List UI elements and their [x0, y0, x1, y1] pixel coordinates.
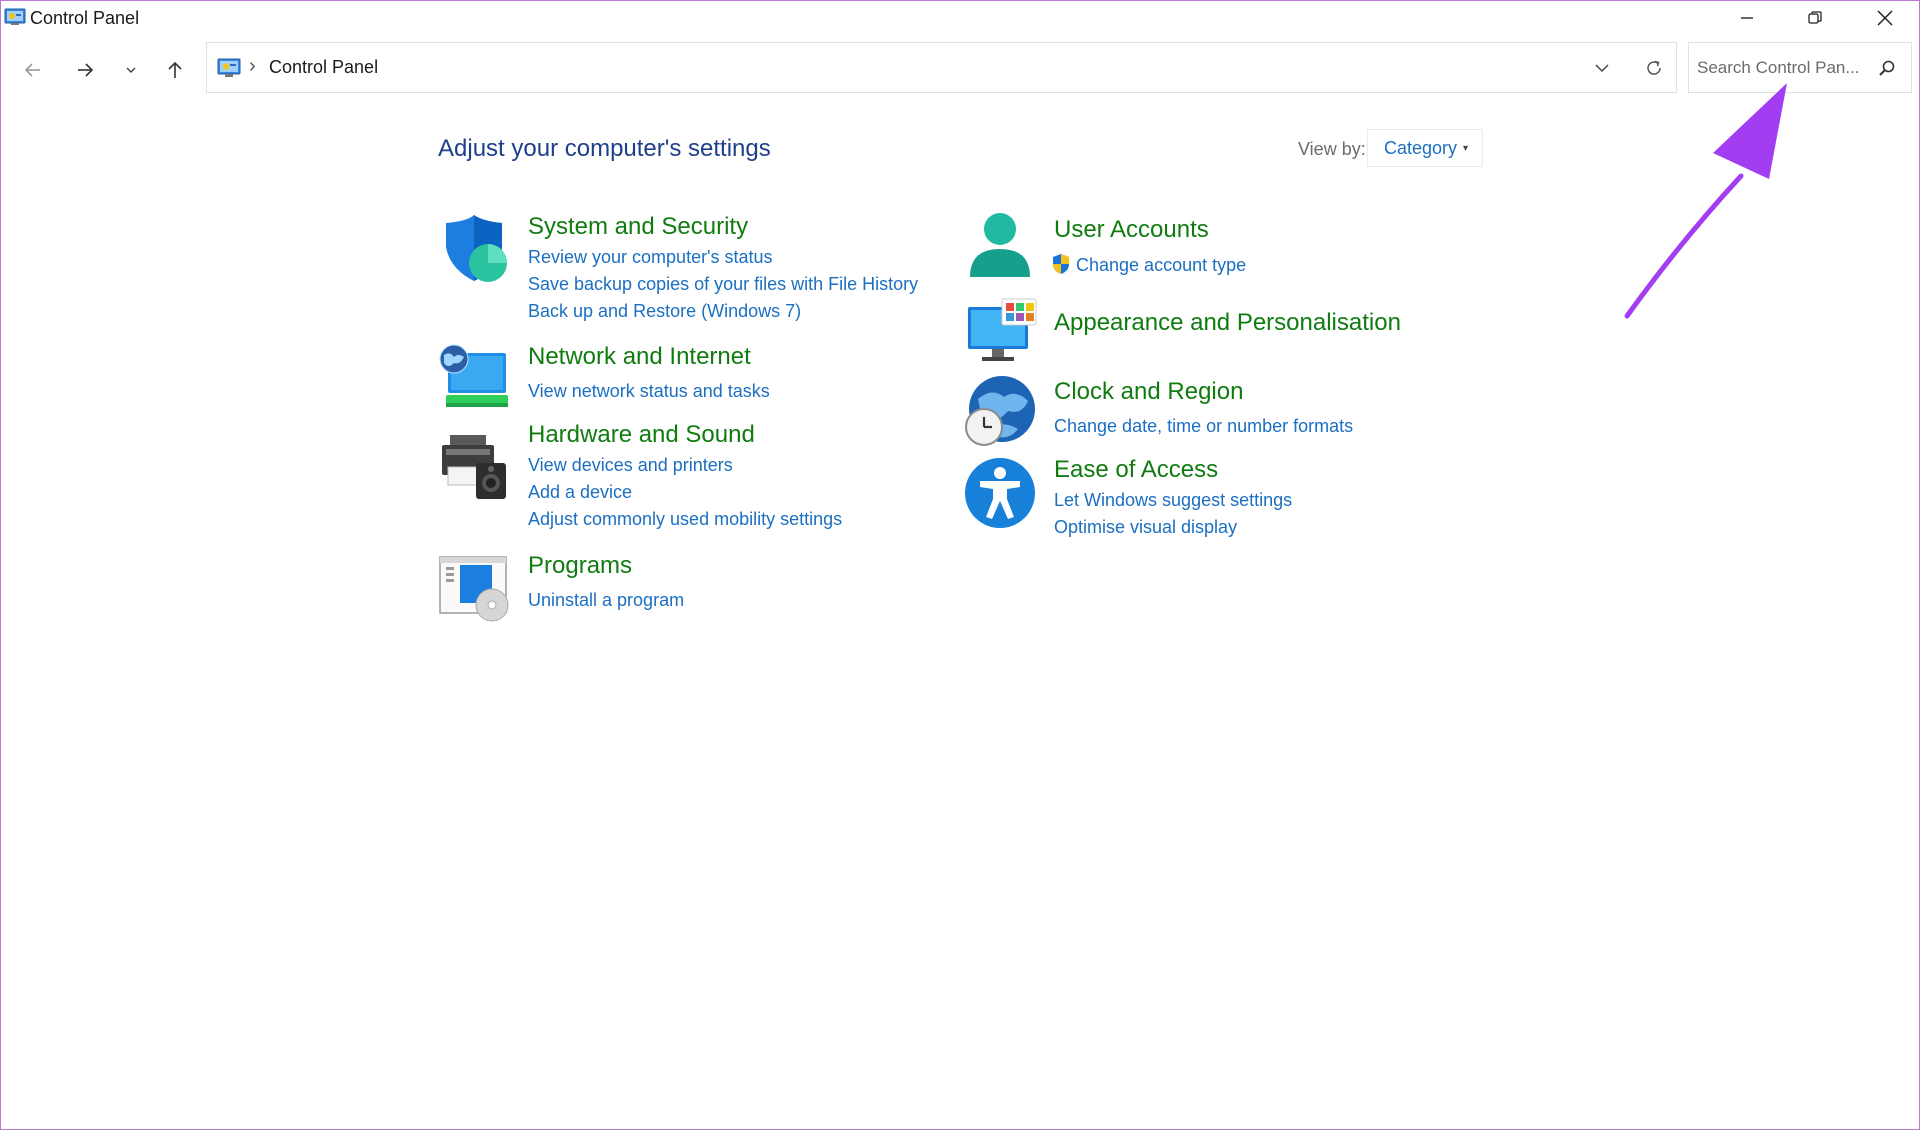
chevron-down-icon	[126, 67, 136, 73]
up-button[interactable]	[157, 53, 193, 87]
link-change-account-type[interactable]: Change account type	[1076, 255, 1246, 276]
restore-button[interactable]	[1785, 1, 1845, 35]
address-bar[interactable]: › Control Panel	[206, 42, 1677, 93]
category-ease-of-access[interactable]: Ease of Access	[1054, 456, 1218, 484]
link-network-status[interactable]: View network status and tasks	[528, 381, 770, 402]
arrow-left-icon	[24, 63, 40, 77]
caret-down-icon: ▾	[1463, 142, 1469, 154]
category-hardware-and-sound[interactable]: Hardware and Sound	[528, 421, 755, 449]
control-panel-icon	[4, 8, 26, 25]
breadcrumb-control-panel[interactable]: Control Panel	[269, 57, 378, 78]
link-devices-printers[interactable]: View devices and printers	[528, 455, 733, 476]
back-button[interactable]	[15, 53, 51, 87]
link-date-time-formats[interactable]: Change date, time or number formats	[1054, 416, 1353, 437]
page-heading: Adjust your computer's settings	[438, 135, 771, 162]
close-icon	[1877, 10, 1893, 26]
link-file-history[interactable]: Save backup copies of your files with Fi…	[528, 274, 918, 295]
category-network-and-internet[interactable]: Network and Internet	[528, 343, 751, 371]
shield-icon[interactable]	[438, 213, 510, 285]
restore-icon	[1808, 11, 1822, 24]
magnifier-icon	[1879, 60, 1895, 76]
annotation-arrow-icon	[1624, 83, 1787, 319]
control-panel-window: Control Panel › Control Panel Search Con…	[0, 0, 1920, 1130]
view-by-value: Category	[1384, 137, 1458, 158]
category-programs[interactable]: Programs	[528, 552, 632, 580]
globe-clock-icon[interactable]	[964, 375, 1036, 447]
link-uninstall-program[interactable]: Uninstall a program	[528, 590, 684, 611]
recent-locations-button[interactable]	[113, 53, 149, 87]
title-bar: Control Panel	[1, 1, 1919, 35]
arrow-right-icon	[78, 63, 94, 77]
control-panel-icon	[217, 58, 241, 77]
address-history-dropdown[interactable]	[1587, 55, 1617, 81]
link-windows-suggest-settings[interactable]: Let Windows suggest settings	[1054, 490, 1292, 511]
category-system-and-security[interactable]: System and Security	[528, 213, 748, 241]
programs-disc-icon[interactable]	[438, 553, 510, 625]
search-icon[interactable]	[1875, 56, 1899, 80]
view-by-label: View by:	[1298, 139, 1366, 159]
minimize-icon	[1741, 17, 1753, 19]
monitor-palette-icon[interactable]	[966, 297, 1038, 369]
printer-speaker-icon[interactable]	[438, 431, 510, 503]
link-optimise-visual-display[interactable]: Optimise visual display	[1054, 517, 1237, 538]
close-button[interactable]	[1855, 1, 1915, 35]
category-clock-and-region[interactable]: Clock and Region	[1054, 378, 1243, 406]
user-icon[interactable]	[964, 211, 1036, 283]
chevron-down-icon	[1595, 64, 1609, 73]
link-review-computer-status[interactable]: Review your computer's status	[528, 247, 773, 268]
breadcrumb-separator: ›	[249, 55, 256, 77]
link-backup-restore[interactable]: Back up and Restore (Windows 7)	[528, 301, 801, 322]
accessibility-icon[interactable]	[964, 457, 1036, 529]
network-globe-monitor-icon[interactable]	[438, 341, 510, 413]
category-user-accounts[interactable]: User Accounts	[1054, 216, 1209, 244]
category-appearance-and-personalisation[interactable]: Appearance and Personalisation	[1054, 309, 1401, 337]
arrow-up-icon	[168, 61, 182, 78]
window-title: Control Panel	[30, 8, 140, 28]
view-by-dropdown[interactable]: Category ▾	[1367, 129, 1483, 167]
uac-shield-icon	[1053, 254, 1069, 274]
link-add-device[interactable]: Add a device	[528, 482, 632, 503]
minimize-button[interactable]	[1717, 1, 1777, 35]
link-mobility-settings[interactable]: Adjust commonly used mobility settings	[528, 509, 842, 530]
forward-button[interactable]	[67, 53, 103, 87]
